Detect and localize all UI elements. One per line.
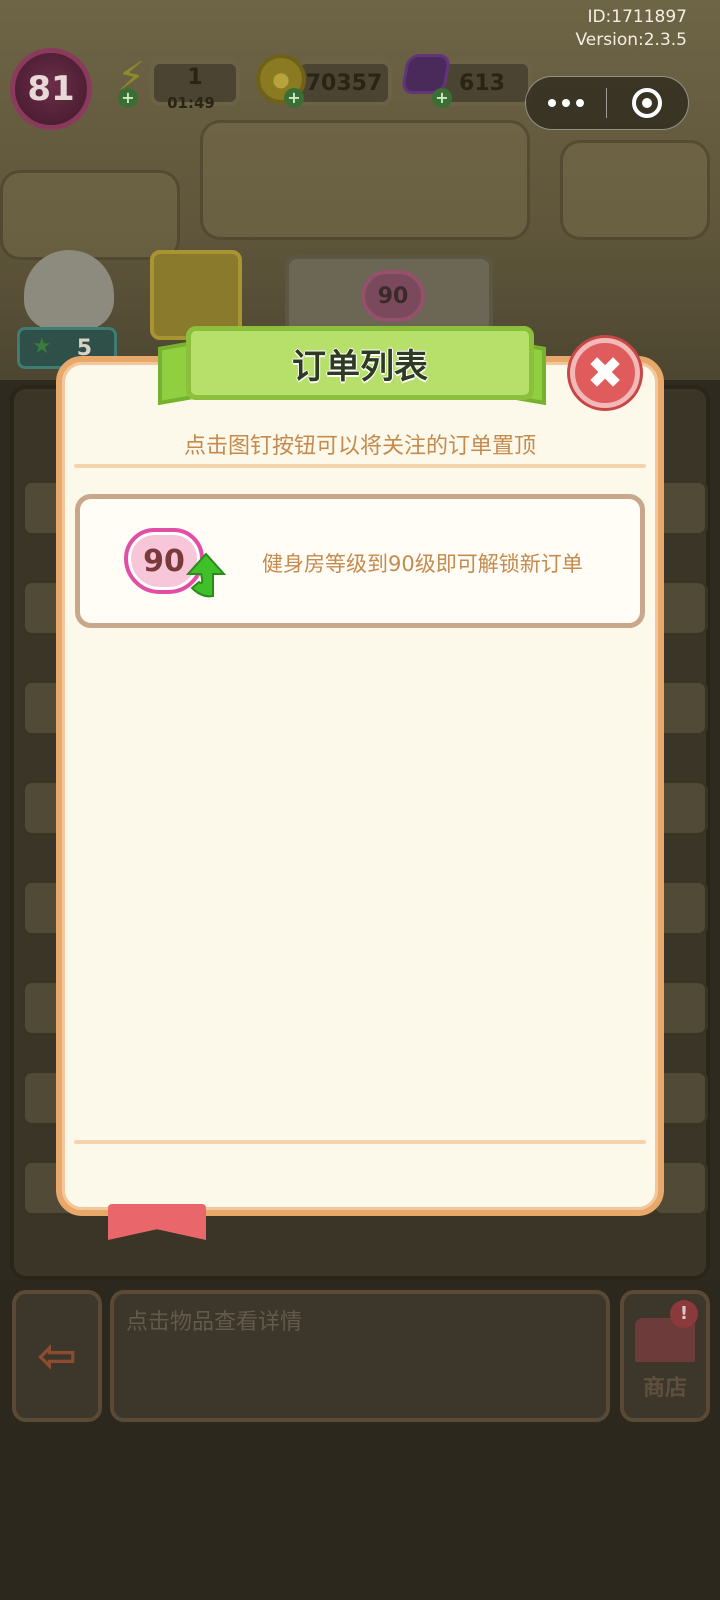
more-dots-icon[interactable] <box>526 76 606 130</box>
level-up-arrow-icon <box>186 552 226 598</box>
add-energy-icon[interactable]: + <box>118 88 138 108</box>
player-level-value: 81 <box>27 69 75 109</box>
energy-timer: 01:49 <box>167 94 215 112</box>
add-gems-icon[interactable]: + <box>432 88 452 108</box>
background-table <box>0 170 180 260</box>
background-shelf <box>560 140 710 240</box>
shop-label: 商店 <box>642 1376 687 1401</box>
background-counter <box>200 120 530 240</box>
player-level-badge[interactable]: 81 <box>10 48 92 130</box>
order-level: 90 <box>143 543 185 579</box>
version-label: Version:2.3.5 <box>575 30 688 50</box>
coins-value: 70357 <box>305 70 383 96</box>
divider-top <box>74 464 646 468</box>
divider-bottom <box>74 1140 646 1144</box>
gems-value: 613 <box>459 70 505 96</box>
star-icon: ★ <box>32 334 52 359</box>
miniprogram-capsule <box>525 76 689 130</box>
order-unlock-text: 健身房等级到90级即可解锁新订单 <box>262 552 583 576</box>
coin-counter[interactable]: 70357 <box>296 60 392 106</box>
duck-character[interactable] <box>24 250 114 330</box>
order-list-dialog <box>56 356 664 1216</box>
close-icon: ✖ <box>586 347 624 399</box>
exit-arrow-icon: ⇦ <box>36 1328 78 1384</box>
id-label: ID:1711897 <box>587 7 687 27</box>
add-coins-icon[interactable]: + <box>284 88 304 108</box>
shop-alert-badge: ! <box>670 1300 698 1328</box>
dialog-title-text: 订单列表 <box>292 346 428 387</box>
item-detail-placeholder: 点击物品查看详情 <box>126 1310 303 1335</box>
mid-card-level: 90 <box>377 283 409 309</box>
close-button[interactable]: ✖ <box>570 338 640 408</box>
item-detail-box: 点击物品查看详情 <box>110 1290 610 1422</box>
dialog-title: 订单列表 <box>186 326 534 400</box>
pin-hint: 点击图钉按钮可以将关注的订单置顶 <box>183 434 536 459</box>
exit-button[interactable]: ⇦ <box>12 1290 102 1422</box>
target-circle-icon[interactable] <box>607 76 689 130</box>
shop-button[interactable]: 商店 ! <box>620 1290 710 1422</box>
heart-level-icon: 90 <box>361 270 425 322</box>
build-info: ID:1711897 Version:2.3.5 <box>576 6 688 52</box>
energy-value: 1 <box>187 64 203 90</box>
